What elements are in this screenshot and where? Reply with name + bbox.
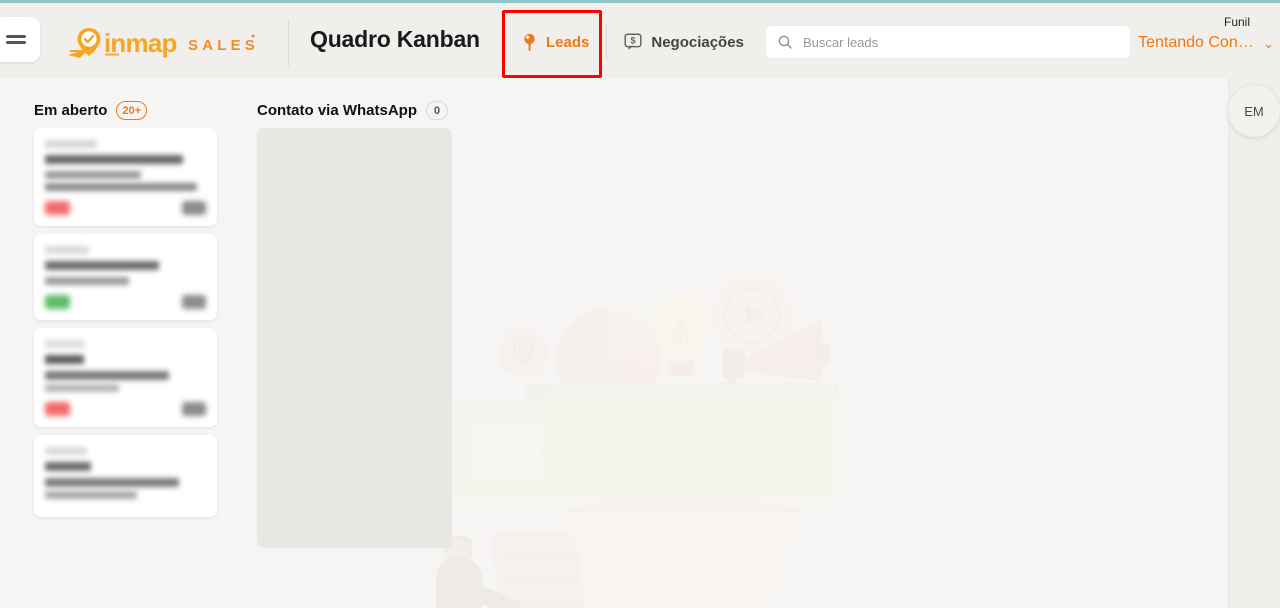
column-header-em-aberto: Em aberto 20+ [34, 78, 237, 126]
funnel-label: Funil [1223, 15, 1250, 29]
app-header: inmap SALES Quadro Kanban Leads $ Negoci… [0, 3, 1280, 78]
inmap-sales-logo[interactable]: inmap SALES [64, 25, 264, 61]
search-box[interactable] [766, 26, 1130, 58]
top-accent-bar [0, 0, 1280, 3]
funnel-selector[interactable]: Funil Tentando Cont… ⌄ [1114, 15, 1274, 52]
card-title-redacted [45, 447, 206, 455]
column-title: Em aberto [34, 102, 108, 119]
card-badges [45, 200, 206, 215]
svg-text:$: $ [631, 36, 636, 46]
card-badges [45, 401, 206, 416]
card-status-badge [45, 401, 70, 416]
lead-card[interactable] [34, 234, 217, 320]
column-header-contato-via-whatsapp: Contato via WhatsApp 0 [257, 78, 460, 126]
chevron-down-icon: ⌄ [1263, 35, 1274, 51]
card-owner-badge [182, 294, 206, 309]
card-status-badge [45, 200, 70, 215]
tab-leads[interactable]: Leads [505, 16, 606, 68]
funnel-value-row[interactable]: Tentando Cont… ⌄ [1114, 34, 1274, 52]
deal-chat-icon: $ [624, 33, 642, 50]
card-body-redacted [45, 355, 206, 364]
header-divider [288, 20, 289, 66]
tab-negociacoes[interactable]: $ Negociações [607, 16, 761, 68]
card-meta-redacted [45, 171, 206, 191]
card-meta-redacted [45, 277, 206, 285]
lead-card[interactable] [34, 328, 217, 427]
funnel-selected-value: Tentando Cont… [1138, 34, 1259, 51]
card-owner-badge [182, 200, 206, 215]
card-body-redacted [45, 462, 206, 471]
kanban-column-contato-via-whatsapp: Contato via WhatsApp 0 [257, 78, 460, 608]
kanban-column-em-aberto: Em aberto 20+ [34, 78, 237, 608]
kanban-columns: Em aberto 20+ Contato via WhatsApp 0 [0, 78, 480, 608]
column-count-badge: 20+ [116, 101, 148, 120]
card-owner-badge [182, 401, 206, 416]
column-count-badge: 0 [426, 101, 448, 120]
hamburger-icon [6, 32, 26, 47]
hamburger-menu-button[interactable] [0, 17, 40, 62]
card-title-redacted [45, 246, 206, 254]
card-status-badge [45, 294, 70, 309]
search-icon [778, 35, 792, 49]
kanban-board: Em aberto 20+ Contato via WhatsApp 0 [0, 78, 1228, 608]
tab-negociacoes-label: Negociações [651, 33, 744, 51]
card-body-redacted [45, 261, 206, 270]
column-cards-contato-via-whatsapp[interactable] [257, 126, 460, 548]
card-body-redacted [45, 155, 206, 164]
lead-card[interactable] [34, 435, 217, 517]
app-root: inmap SALES Quadro Kanban Leads $ Negoci… [0, 0, 1280, 608]
map-pin-icon [524, 33, 535, 51]
avatar[interactable]: EM [1228, 85, 1280, 137]
sales-funnel-watermark-illustration [436, 274, 838, 608]
svg-text:SALES: SALES [188, 37, 259, 54]
header-tabs: Leads $ Negociações [505, 16, 761, 68]
right-rail: EM [1228, 78, 1280, 608]
tab-leads-label: Leads [546, 33, 590, 51]
card-title-redacted [45, 340, 206, 348]
search-input[interactable] [801, 33, 1118, 51]
card-badges [45, 294, 206, 309]
page-title: Quadro Kanban [310, 26, 480, 52]
column-title: Contato via WhatsApp [257, 102, 417, 119]
empty-dropzone[interactable] [257, 128, 452, 548]
logo-graphic: inmap SALES [68, 28, 259, 58]
lead-card[interactable] [34, 128, 217, 226]
column-cards-em-aberto[interactable] [34, 126, 237, 517]
card-meta-redacted [45, 478, 206, 499]
card-title-redacted [45, 140, 206, 148]
card-meta-redacted [45, 371, 206, 392]
